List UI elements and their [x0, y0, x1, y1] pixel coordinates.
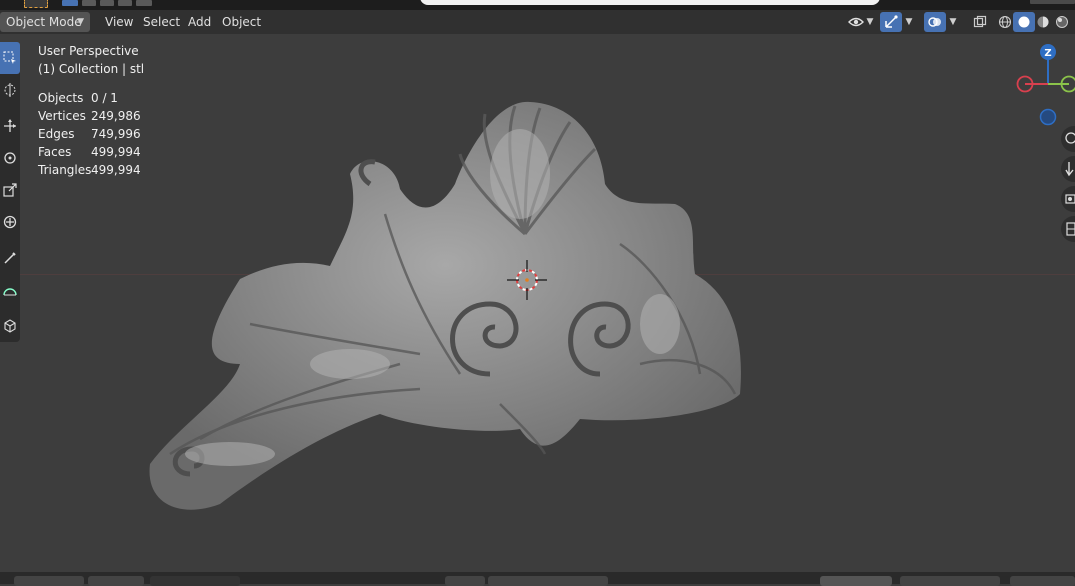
- select-box-icon[interactable]: [0, 42, 20, 74]
- chevron-down-icon: ▼: [77, 12, 84, 32]
- mode-dropdown[interactable]: Object Mode ▼: [0, 12, 90, 32]
- ornament-model[interactable]: [0, 34, 1075, 572]
- menu-select[interactable]: Select: [137, 12, 186, 32]
- stat-label: Edges: [38, 125, 91, 143]
- end-frame-field[interactable]: [1010, 576, 1075, 586]
- timeline-header: [0, 572, 1075, 584]
- perspective-label: User Perspective: [38, 42, 144, 60]
- select-mode-invert-icon[interactable]: [118, 0, 132, 6]
- rotate-icon[interactable]: [0, 142, 20, 174]
- stat-value: 249,986: [91, 109, 141, 123]
- options-button[interactable]: [1030, 0, 1075, 4]
- select-mode-extend-icon[interactable]: [82, 0, 96, 6]
- gizmo-toggle-icon[interactable]: [880, 12, 902, 32]
- shading-rendered-icon[interactable]: [1051, 12, 1073, 32]
- chevron-down-icon[interactable]: ▼: [864, 12, 876, 32]
- start-frame-field[interactable]: [900, 576, 1000, 586]
- chevron-down-icon[interactable]: ▼: [947, 12, 959, 32]
- navigation-gizmo[interactable]: Z: [995, 40, 1075, 130]
- collection-label: (1) Collection | stl: [38, 60, 144, 78]
- ortho-grid-icon[interactable]: [1061, 216, 1075, 242]
- select-mode-subtract-icon[interactable]: [100, 0, 114, 6]
- stat-row-objects: Objects0 / 1: [38, 89, 144, 107]
- current-frame-field[interactable]: [820, 576, 892, 586]
- keying-dropdown[interactable]: [88, 576, 144, 586]
- camera-view-icon[interactable]: [1061, 186, 1075, 212]
- 3d-viewport[interactable]: User Perspective (1) Collection | stl Ob…: [0, 34, 1075, 572]
- menu-add[interactable]: Add: [182, 12, 217, 32]
- topbar-input[interactable]: [420, 0, 880, 5]
- measure-icon[interactable]: [0, 274, 20, 306]
- pan-hand-icon[interactable]: [1061, 156, 1075, 182]
- menu-object[interactable]: Object: [216, 12, 267, 32]
- xray-icon[interactable]: [969, 12, 991, 32]
- top-bar: [0, 0, 1075, 10]
- stat-value: 499,994: [91, 163, 141, 177]
- stat-value: 749,996: [91, 127, 141, 141]
- tool-shelf: [0, 42, 20, 342]
- stat-label: Faces: [38, 143, 91, 161]
- select-mode-intersect-icon[interactable]: [136, 0, 152, 6]
- annotate-icon[interactable]: [0, 242, 20, 274]
- select-mode-new-icon[interactable]: [62, 0, 78, 6]
- editor-type-icon[interactable]: [24, 0, 48, 8]
- menu-view[interactable]: View: [99, 12, 139, 32]
- stat-label: Triangles: [38, 161, 91, 179]
- move-icon[interactable]: [0, 110, 20, 142]
- scale-icon[interactable]: [0, 174, 20, 206]
- add-cube-icon[interactable]: [0, 310, 20, 342]
- autokey-button[interactable]: [445, 576, 485, 586]
- stat-row-faces: Faces499,994: [38, 143, 144, 161]
- mode-dropdown-label: Object Mode: [6, 15, 82, 29]
- transport-controls[interactable]: [488, 576, 608, 586]
- chevron-down-icon[interactable]: ▼: [903, 12, 915, 32]
- stat-row-triangles: Triangles499,994: [38, 161, 144, 179]
- gizmo-z-label: Z: [1044, 48, 1051, 59]
- view-marker-menu[interactable]: [150, 576, 240, 586]
- cursor-icon[interactable]: [0, 74, 20, 106]
- stat-value: 499,994: [91, 145, 141, 159]
- viewport-header: Object Mode ▼ View Select Add Object ▼ ▼…: [0, 10, 1075, 34]
- transform-icon[interactable]: [0, 206, 20, 238]
- gizmo-neg-z-axis[interactable]: [1041, 110, 1056, 125]
- stat-row-vertices: Vertices249,986: [38, 107, 144, 125]
- stat-label: Vertices: [38, 107, 91, 125]
- stat-value: 0 / 1: [91, 91, 118, 105]
- viewport-info-overlay: User Perspective (1) Collection | stl Ob…: [38, 42, 144, 179]
- zoom-icon[interactable]: [1061, 126, 1075, 152]
- overlay-icon[interactable]: [924, 12, 946, 32]
- playback-dropdown[interactable]: [14, 576, 84, 586]
- stat-label: Objects: [38, 89, 91, 107]
- stat-row-edges: Edges749,996: [38, 125, 144, 143]
